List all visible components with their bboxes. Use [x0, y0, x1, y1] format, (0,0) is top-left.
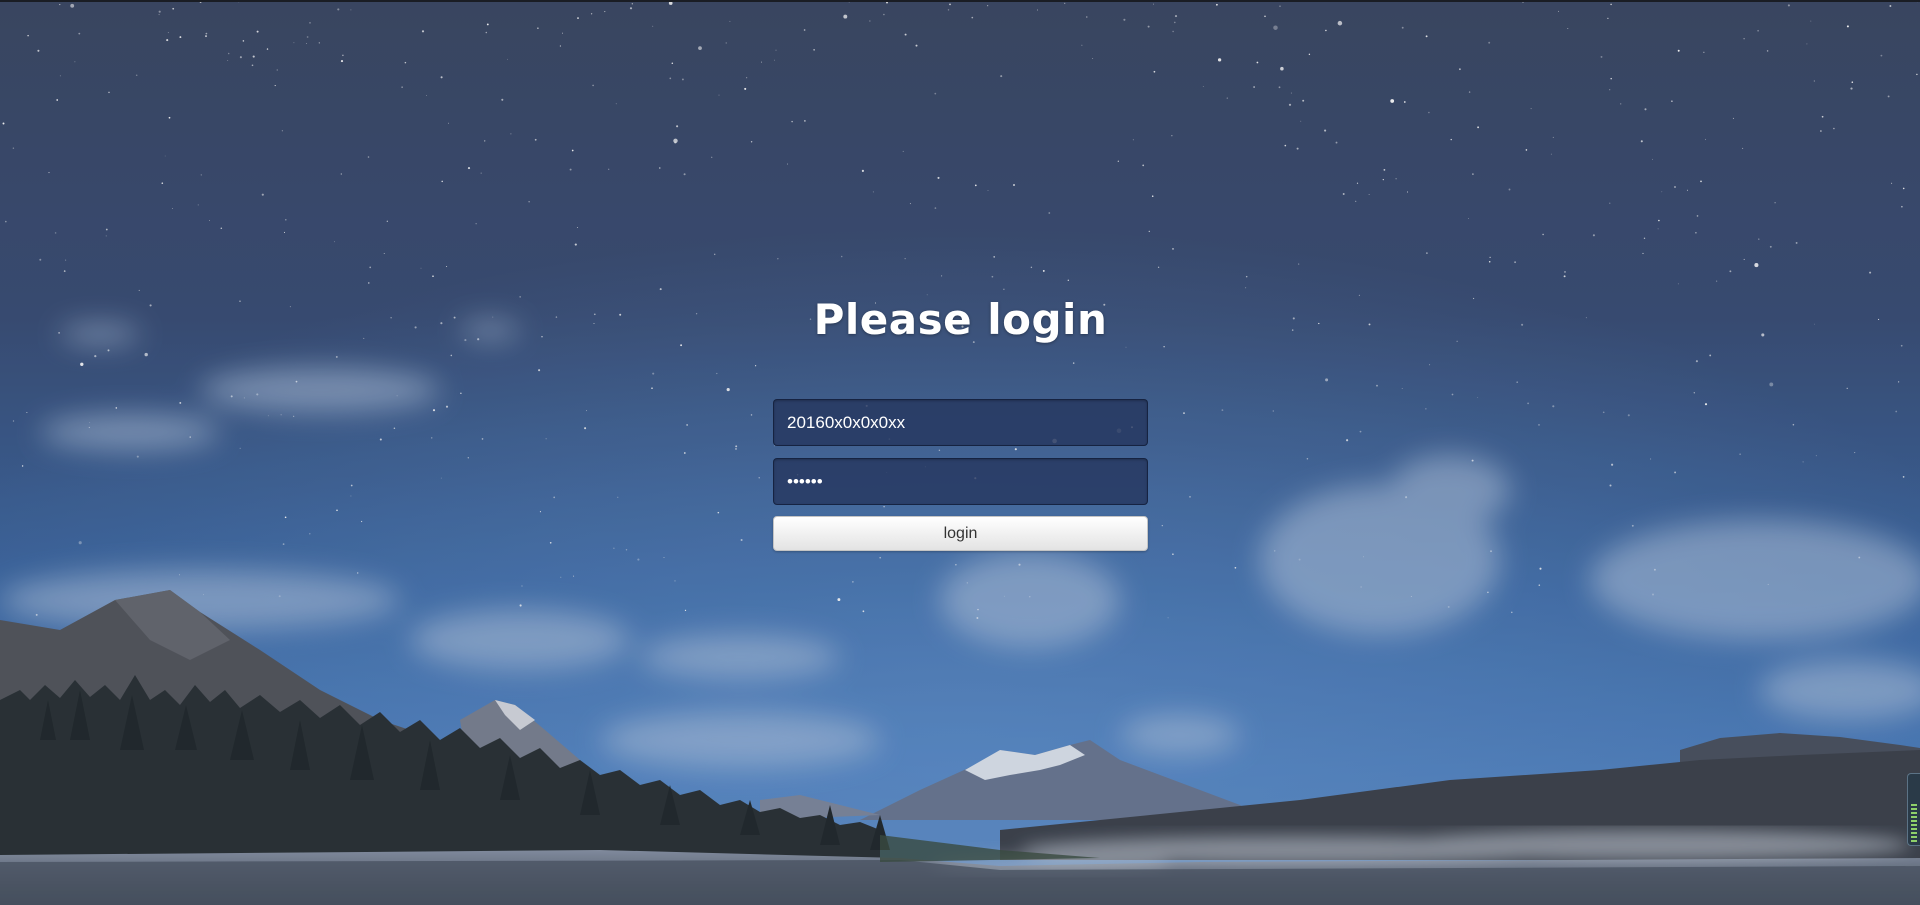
page-title: Please login [813, 295, 1108, 344]
login-panel: Please login login [773, 290, 1148, 551]
password-input[interactable] [773, 458, 1148, 505]
username-input[interactable] [773, 399, 1148, 446]
side-widget-tab[interactable] [1907, 773, 1920, 846]
login-form: login [773, 399, 1148, 551]
level-meter-icon [1911, 804, 1917, 842]
login-button[interactable]: login [773, 516, 1148, 551]
